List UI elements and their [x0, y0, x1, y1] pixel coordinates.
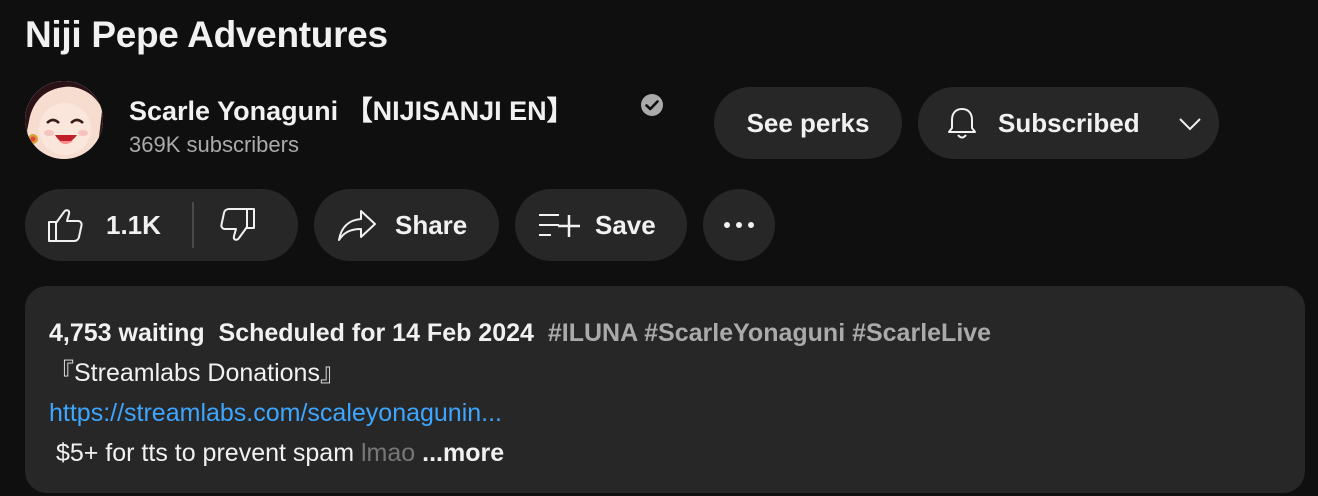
playlist-add-icon	[539, 214, 580, 237]
share-arrow-icon	[338, 210, 376, 241]
thumbs-down-icon[interactable]	[218, 205, 258, 245]
subscriber-count: 369K subscribers	[129, 132, 299, 157]
description-box[interactable]: 4,753 waiting Scheduled for 14 Feb 2024 …	[25, 286, 1305, 493]
more-horizontal-icon	[724, 222, 754, 228]
avatar-image	[25, 81, 103, 159]
more-actions-button[interactable]	[703, 189, 775, 261]
like-divider	[192, 202, 194, 248]
show-more-button[interactable]: ...more	[422, 439, 504, 467]
save-label: Save	[595, 210, 656, 240]
verified-check-icon	[641, 94, 663, 116]
share-label: Share	[395, 210, 468, 240]
channel-name[interactable]: Scarle Yonaguni 【NIJISANJI EN】	[129, 89, 574, 128]
description-faded-text: lmao	[360, 439, 416, 467]
like-count[interactable]: 1.1K	[106, 210, 161, 241]
video-title: Niji Pepe Adventures	[25, 14, 388, 55]
bell-icon	[948, 108, 976, 139]
video-details: Niji Pepe Adventures Scarle Yonaguni 【NI…	[0, 0, 1318, 496]
chevron-down-icon	[1179, 118, 1201, 131]
description-line-4: $5+ for tts to prevent spam lmao ...more	[49, 433, 1281, 473]
waiting-count: 4,753 waiting	[49, 319, 205, 347]
like-dislike-group: 1.1K	[25, 189, 298, 261]
description-meta-line: 4,753 waiting Scheduled for 14 Feb 2024 …	[49, 313, 1281, 353]
description-text: $5+ for tts to prevent spam	[55, 439, 361, 467]
thumbs-up-icon[interactable]	[45, 205, 85, 245]
subscribed-label: Subscribed	[998, 108, 1140, 138]
scheduled-date: Scheduled for 14 Feb 2024	[218, 319, 534, 347]
subscribed-button[interactable]: Subscribed	[918, 87, 1219, 159]
see-perks-button[interactable]: See perks	[714, 87, 902, 159]
description-link[interactable]: https://streamlabs.com/scaleyonagunin...	[49, 399, 502, 427]
share-button[interactable]: Share	[314, 189, 499, 261]
see-perks-label: See perks	[746, 107, 870, 138]
description-line-2: 『Streamlabs Donations』	[49, 359, 345, 387]
channel-avatar[interactable]	[25, 81, 103, 159]
save-button[interactable]: Save	[515, 189, 687, 261]
hashtags[interactable]: #ILUNA #ScarleYonaguni #ScarleLive	[548, 319, 991, 347]
